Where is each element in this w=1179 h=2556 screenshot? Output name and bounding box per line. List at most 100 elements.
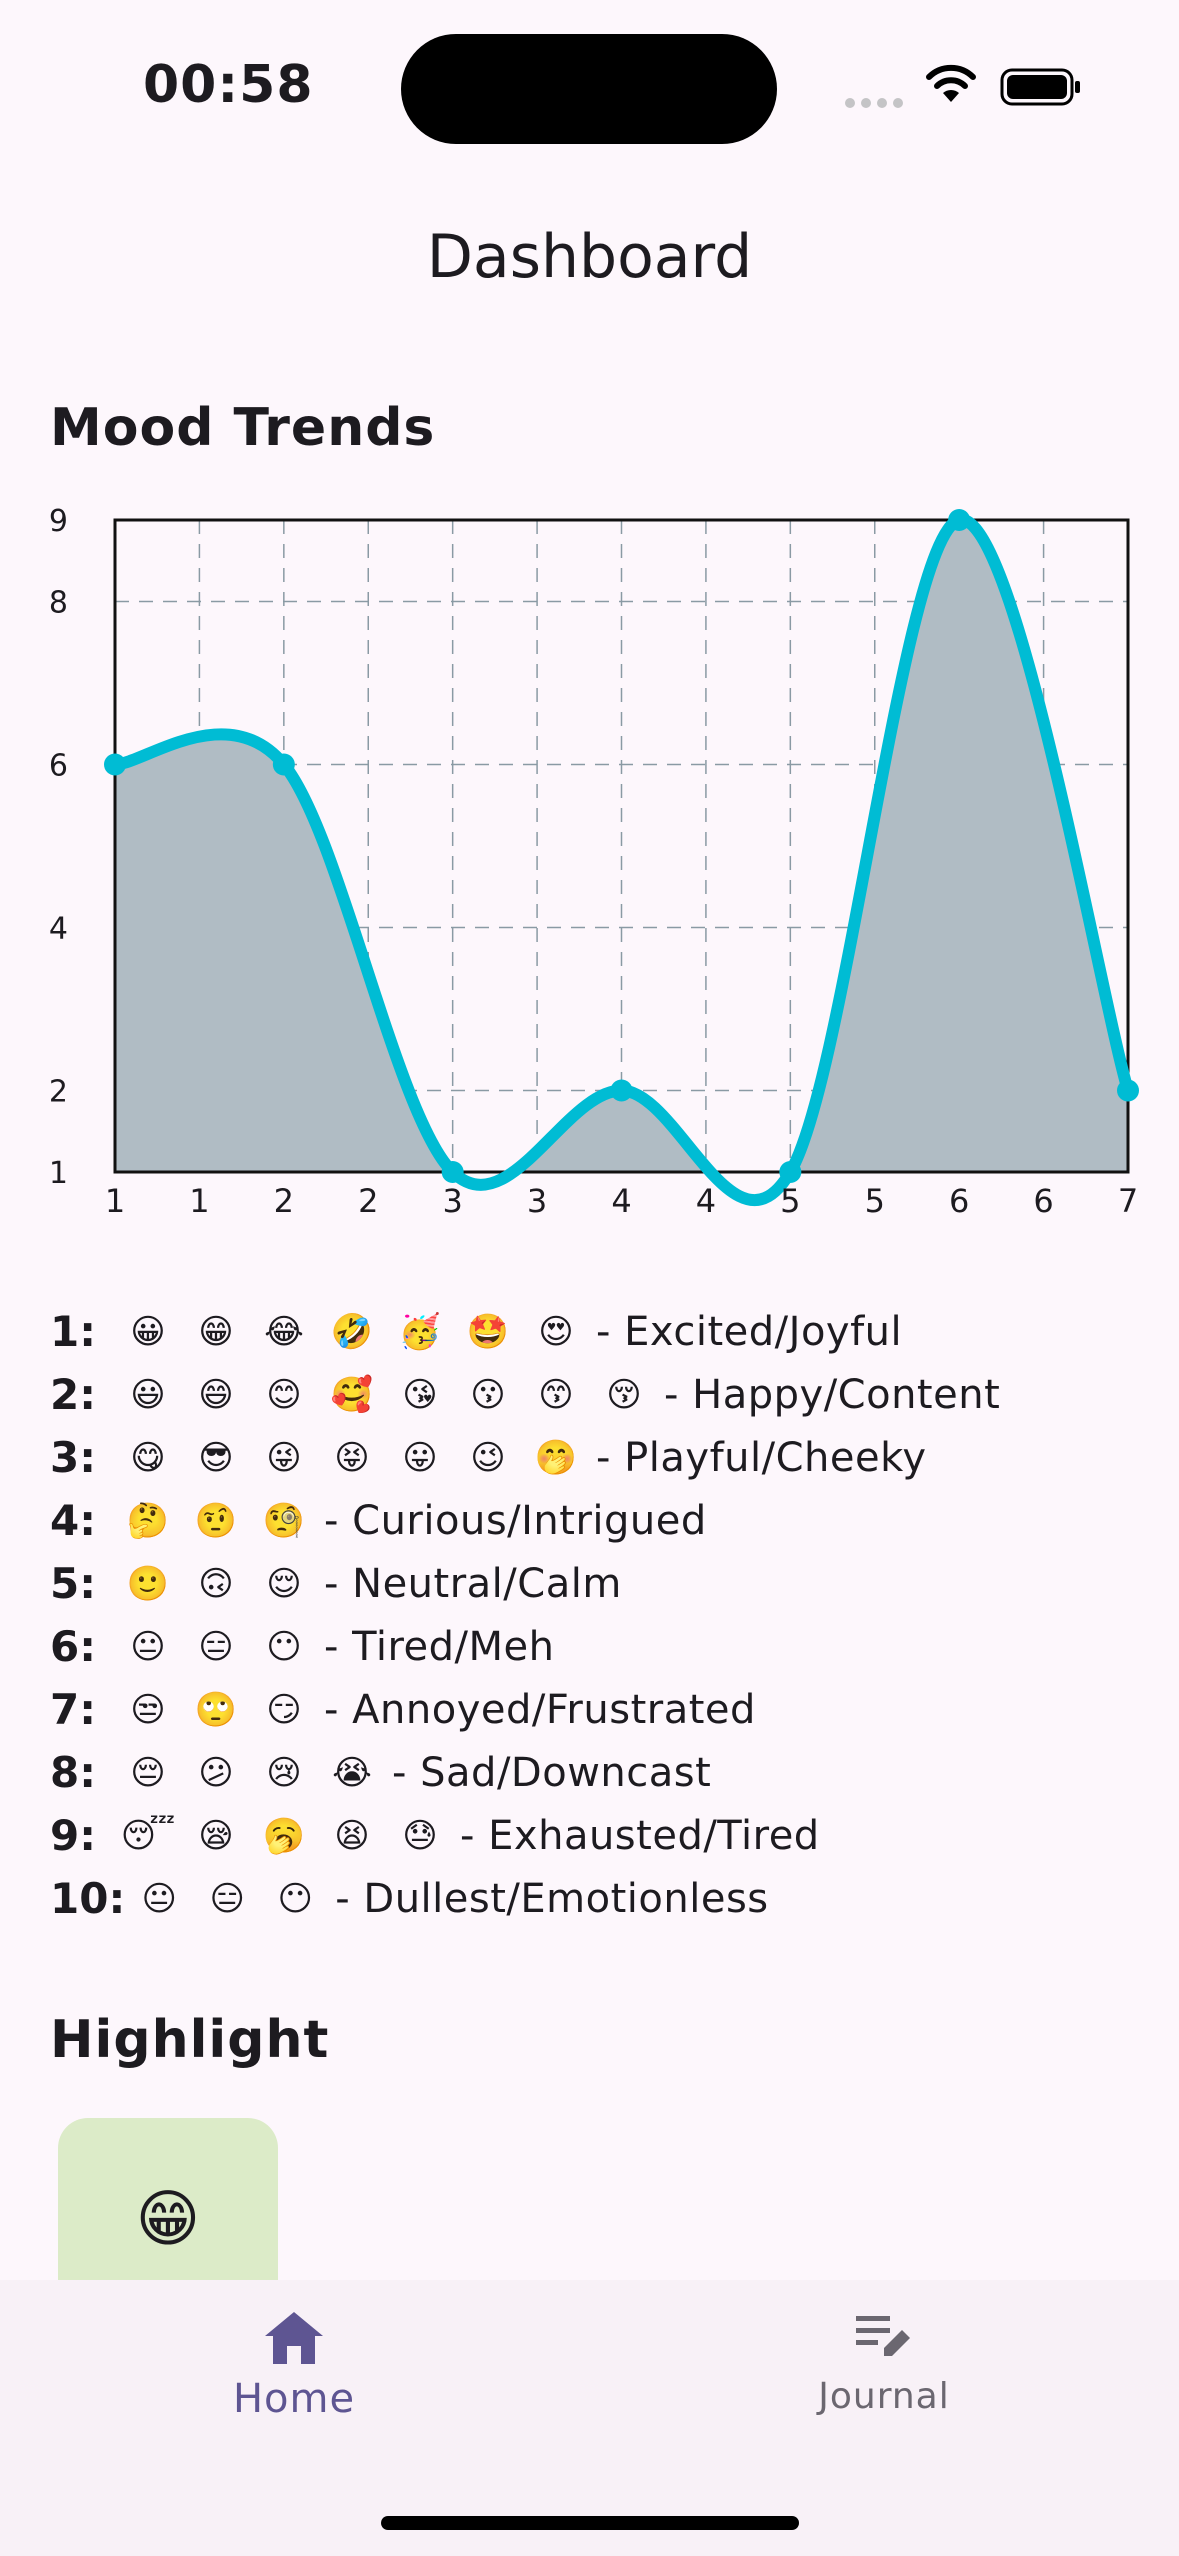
legend-row: 3: 😋 😎 😜 😝 😛 😉 🤭 - Playful/Cheeky [50,1426,1150,1489]
legend-row: 8: 😔 😕 😢 😭 - Sad/Downcast [50,1741,1150,1804]
data-point [104,753,126,776]
legend-emoji: 🥰 [330,1374,374,1415]
legend-row: 2: 😃 😄 😊 🥰 😘 😗 😙 😚 - Happy/Content [50,1363,1150,1426]
legend-row: 4: 🤔 🤨 🧐 - Curious/Intrigued [50,1489,1150,1552]
y-tick-label: 8 [49,586,68,621]
legend-number: 6: [50,1622,97,1671]
data-point [948,509,971,531]
home-icon [265,2312,323,2364]
legend-emoji: 😛 [402,1437,438,1478]
x-tick-label: 4 [611,1182,631,1220]
mood-legend: 1: 😀 😁 😂 🤣 🥳 🤩 😍 - Excited/Joyful 2: 😃 😄 😊 🥰 😘 😗 😙 😚 - Hap… [50,1300,1150,1930]
legend-row: 5: 🙂 🙃 😌 - Neutral/Calm [50,1552,1150,1615]
legend-number: 1: [50,1307,97,1356]
legend-emoji: 😐 [130,1626,166,1667]
legend-emoji: 😐 [141,1878,177,1919]
legend-emoji: 😔 [130,1752,166,1793]
legend-description: - Excited/Joyful [596,1308,903,1355]
legend-emoji: 😕 [198,1752,234,1793]
legend-number: 5: [50,1559,97,1608]
home-indicator [381,2516,799,2530]
legend-description: - Annoyed/Frustrated [324,1686,756,1733]
legend-emoji: 😚 [606,1374,642,1415]
y-tick-label: 1 [49,1156,68,1191]
x-tick-label: 1 [105,1182,125,1220]
legend-emoji: 😶 [266,1626,302,1667]
legend-emoji: 😂 [264,1311,304,1352]
legend-number: 10: [50,1874,126,1923]
nav-home-label: Home [232,2376,356,2422]
legend-emoji: 🤩 [466,1311,510,1352]
legend-description: - Dullest/Emotionless [335,1875,769,1922]
legend-emoji: 😌 [266,1563,302,1604]
legend-emoji: 😃 [130,1374,166,1415]
legend-emoji: 😏 [266,1689,302,1730]
x-axis-ticks: 1 1 2 2 3 3 4 4 5 5 6 6 7 [105,1182,1138,1220]
legend-description: - Neutral/Calm [324,1560,622,1607]
nav-home[interactable]: Home [144,2310,444,2422]
legend-emoji: 😋 [130,1437,166,1478]
status-time: 00:58 [143,55,314,115]
legend-emoji: 😘 [402,1374,438,1415]
highlight-title: Highlight [50,2010,330,2070]
legend-row: 10: 😐 😑 😶 - Dullest/Emotionless [50,1867,1150,1930]
x-tick-label: 3 [527,1182,547,1220]
mood-trends-chart: 1 1 2 2 3 3 4 4 5 5 6 6 7 1 2 4 6 8 9 [49,504,1139,1220]
x-tick-label: 7 [1118,1182,1138,1220]
legend-description: - Exhausted/Tired [460,1812,820,1859]
x-tick-label: 4 [696,1182,716,1220]
legend-emoji: 😎 [198,1437,234,1478]
legend-number: 9: [50,1811,97,1860]
legend-emoji: 😄 [198,1374,234,1415]
legend-emoji: 😶 [277,1878,313,1919]
legend-emoji: 🙃 [198,1563,234,1604]
data-point [779,1161,802,1183]
x-tick-label: 2 [274,1182,294,1220]
legend-emoji: 🤣 [330,1311,374,1352]
edit-note-icon [856,2316,910,2356]
cellular-signal-icon [845,98,905,108]
legend-description: - Tired/Meh [324,1623,555,1670]
legend-number: 2: [50,1370,97,1419]
legend-number: 8: [50,1748,97,1797]
y-tick-label: 6 [49,749,68,784]
legend-emoji: 😴 [120,1815,176,1856]
data-point [1117,1079,1139,1102]
x-tick-label: 5 [865,1182,885,1220]
x-tick-label: 3 [442,1182,462,1220]
nav-journal-label: Journal [818,2376,950,2417]
legend-emoji: 😒 [130,1689,166,1730]
legend-emoji: 😫 [334,1815,370,1856]
legend-emoji: 😓 [402,1815,438,1856]
legend-emoji: 😙 [538,1374,574,1415]
battery-icon [1000,68,1080,106]
legend-number: 4: [50,1496,97,1545]
legend-emoji: 🥱 [262,1815,306,1856]
wifi-icon [926,64,976,102]
mood-trends-title: Mood Trends [50,398,436,458]
y-tick-label: 4 [49,912,68,947]
x-tick-label: 1 [189,1182,209,1220]
page-title: Dashboard [426,222,753,292]
highlight-emoji: 😁 [135,2181,201,2255]
bottom-navigation: Home Journal [0,2280,1179,2556]
legend-emoji: 😉 [470,1437,506,1478]
legend-emoji: 😑 [198,1626,234,1667]
legend-number: 3: [50,1433,97,1482]
legend-emoji: 🤔 [126,1500,170,1541]
legend-row: 6: 😐 😑 😶 - Tired/Meh [50,1615,1150,1678]
legend-emoji: 😭 [332,1752,372,1793]
legend-description: - Curious/Intrigued [324,1497,707,1544]
legend-emoji: 🤨 [194,1500,238,1541]
legend-emoji: 🥳 [398,1311,442,1352]
nav-journal[interactable]: Journal [734,2310,1034,2417]
legend-emoji: 😁 [198,1311,234,1352]
legend-row: 1: 😀 😁 😂 🤣 🥳 🤩 😍 - Excited/Joyful [50,1300,1150,1363]
legend-emoji: 🙄 [194,1689,238,1730]
legend-description: - Sad/Downcast [392,1749,712,1796]
legend-emoji: 🤭 [534,1437,578,1478]
legend-emoji: 😑 [209,1878,245,1919]
legend-row: 9: 😴 😪 🥱 😫 😓 - Exhausted/Tired [50,1804,1150,1867]
legend-emoji: 🧐 [262,1500,306,1541]
legend-emoji: 🙂 [126,1563,170,1604]
